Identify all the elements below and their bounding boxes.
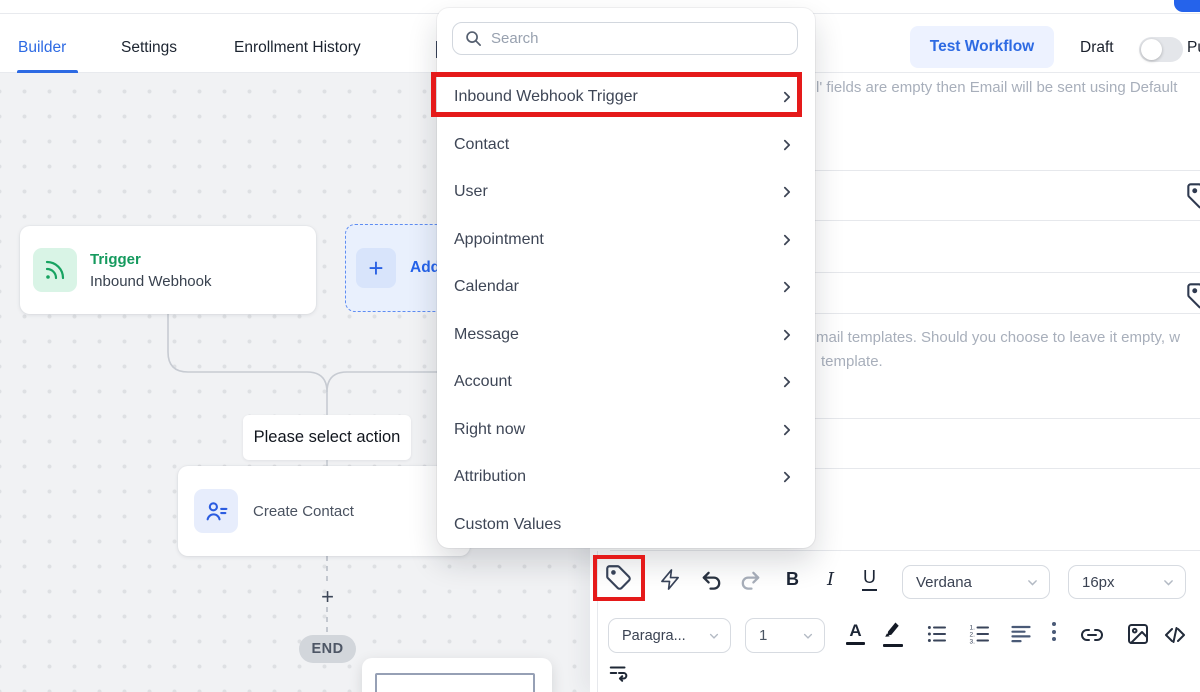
menu-item-custom-values[interactable]: Custom Values: [437, 501, 815, 549]
menu-item-account[interactable]: Account: [437, 359, 815, 407]
numbered-list-icon[interactable]: 1. 2. 3.: [969, 623, 991, 645]
menu-item-user[interactable]: User: [437, 169, 815, 217]
tab-enrollment-history[interactable]: Enrollment History: [234, 39, 361, 57]
chevron-down-icon: [708, 630, 720, 642]
bottom-popup-card: [362, 658, 552, 692]
chevron-right-icon: [780, 375, 794, 389]
chevron-right-icon: [780, 328, 794, 342]
editor-left-border: [597, 551, 598, 692]
trigger-title: Trigger: [90, 251, 212, 268]
redo-icon[interactable]: [739, 569, 762, 592]
action-select-dropdown: Inbound Webhook Trigger Contact User App…: [437, 8, 815, 548]
trigger-node-card[interactable]: Trigger Inbound Webhook: [20, 226, 316, 314]
create-contact-label: Create Contact: [253, 503, 354, 520]
chevron-right-icon: [780, 423, 794, 437]
plus-icon: +: [356, 248, 396, 288]
highlight-color-button[interactable]: [883, 620, 903, 647]
svg-text:3.: 3.: [970, 639, 976, 646]
publish-toggle[interactable]: [1139, 37, 1183, 62]
code-icon[interactable]: [1163, 623, 1187, 647]
draft-label: Draft: [1080, 39, 1114, 57]
paragraph-style-select[interactable]: Paragra...: [608, 618, 731, 653]
menu-item-calendar[interactable]: Calendar: [437, 264, 815, 312]
tab-builder[interactable]: Builder: [18, 39, 66, 57]
more-options-icon[interactable]: [1049, 622, 1059, 641]
editor-top-border: [610, 550, 1200, 551]
helper-text-mid-1: mail templates. Should you choose to lea…: [816, 329, 1180, 346]
helper-text-mid-2: template.: [821, 353, 883, 370]
chevron-right-icon: [780, 233, 794, 247]
toggle-knob: [1141, 39, 1162, 60]
chevron-down-icon: [1026, 576, 1039, 589]
menu-item-inbound-webhook-trigger[interactable]: Inbound Webhook Trigger: [437, 74, 815, 122]
text-wrap-icon[interactable]: [608, 662, 630, 684]
webhook-rss-icon: [33, 248, 77, 292]
test-workflow-button[interactable]: Test Workflow: [910, 26, 1054, 68]
font-family-select[interactable]: Verdana: [902, 565, 1050, 599]
image-icon[interactable]: [1126, 622, 1150, 646]
tab-settings[interactable]: Settings: [121, 39, 177, 57]
chevron-right-icon: [780, 138, 794, 152]
trigger-subtitle: Inbound Webhook: [90, 273, 212, 290]
bullet-list-icon[interactable]: [926, 623, 948, 645]
add-label: Add: [410, 259, 440, 277]
font-size-select[interactable]: 16px: [1068, 565, 1186, 599]
underline-button[interactable]: U: [862, 567, 877, 591]
topbar-blue-button-fragment[interactable]: [1174, 0, 1200, 12]
text-color-button[interactable]: A: [846, 621, 865, 645]
tag-merge-field-icon[interactable]: [605, 564, 632, 591]
lightning-icon[interactable]: [659, 568, 682, 591]
chevron-right-icon: [780, 280, 794, 294]
menu-item-message[interactable]: Message: [437, 311, 815, 359]
chevron-down-icon: [1162, 576, 1175, 589]
end-badge: END: [299, 635, 356, 663]
chevron-right-icon: [780, 90, 794, 104]
bold-button[interactable]: B: [786, 569, 799, 590]
active-tab-underline: [17, 70, 78, 73]
chevron-right-icon: [780, 185, 794, 199]
contact-person-icon: [194, 489, 238, 533]
search-box[interactable]: [452, 22, 798, 55]
workflow-builder-screen: Trigger Inbound Webhook + Add Please sel…: [0, 0, 1200, 692]
svg-text:1.: 1.: [970, 625, 976, 632]
line-height-select[interactable]: 1: [745, 618, 825, 653]
menu-item-contact[interactable]: Contact: [437, 121, 815, 169]
chevron-right-icon: [780, 470, 794, 484]
search-icon: [465, 30, 482, 47]
helper-text-top: l' fields are empty then Email will be s…: [816, 79, 1177, 96]
publish-label-partial: Pu: [1187, 39, 1200, 57]
highlight-underline-bar: [883, 644, 903, 647]
italic-button[interactable]: I: [827, 569, 834, 590]
menu-item-appointment[interactable]: Appointment: [437, 216, 815, 264]
create-contact-card[interactable]: Create Contact: [178, 466, 470, 556]
link-icon[interactable]: [1080, 623, 1104, 647]
menu-item-attribution[interactable]: Attribution: [437, 454, 815, 502]
menu-item-right-now[interactable]: Right now: [437, 406, 815, 454]
search-input[interactable]: [491, 30, 797, 47]
add-step-plus[interactable]: +: [317, 584, 338, 609]
svg-text:2.: 2.: [970, 632, 976, 639]
color-underline-bar: [846, 642, 865, 645]
select-action-label: Please select action: [243, 415, 411, 460]
chevron-down-icon: [802, 630, 814, 642]
align-icon[interactable]: [1010, 623, 1032, 645]
bottom-popup-input[interactable]: [375, 673, 535, 692]
undo-icon[interactable]: [700, 569, 723, 592]
field-tag-icon[interactable]: [1186, 182, 1200, 210]
field-tag-icon[interactable]: [1186, 282, 1200, 310]
